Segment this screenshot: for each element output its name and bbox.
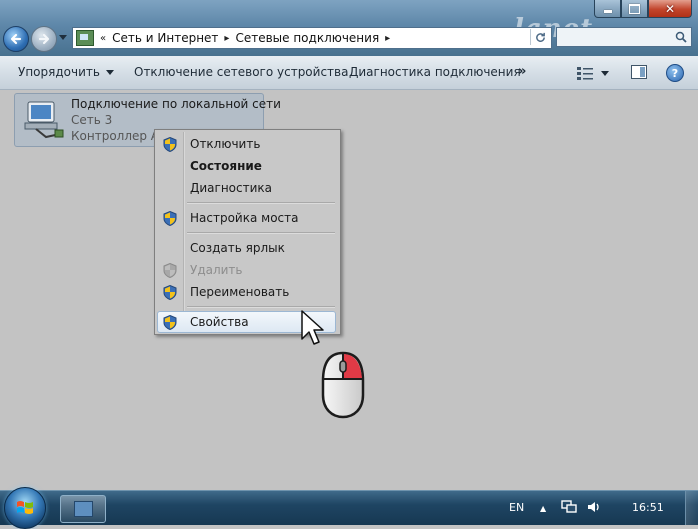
search-icon: [675, 31, 687, 43]
uac-shield-icon: [163, 211, 177, 226]
menu-item-diagnostics[interactable]: Диагностика: [157, 177, 336, 199]
mouse-right-click-icon: [321, 351, 365, 419]
show-desktop-button[interactable]: [685, 491, 698, 525]
taskbar: EN ▲ 16:51: [0, 487, 698, 529]
menu-separator: [187, 202, 335, 204]
chevron-down-icon: [105, 70, 114, 75]
menu-item-label: Отключить: [190, 137, 261, 151]
refresh-button[interactable]: [530, 29, 549, 45]
organize-button[interactable]: Упорядочить: [18, 65, 114, 79]
breadcrumb-overflow[interactable]: «: [100, 33, 106, 44]
minimize-icon: [603, 10, 612, 13]
clock[interactable]: 16:51: [632, 501, 664, 514]
network-window-icon: [74, 501, 93, 517]
close-icon: ✕: [664, 1, 676, 16]
menu-item-status[interactable]: Состояние: [157, 155, 336, 177]
window-titlebar: ✕ lanet « Сеть и Интернет ▸ Сетевые подк…: [0, 0, 698, 56]
start-button[interactable]: [4, 487, 46, 529]
connection-name: Подключение по локальной сети: [71, 97, 281, 111]
command-bar: Упорядочить Отключение сетевого устройст…: [0, 56, 698, 90]
menu-item-disable[interactable]: Отключить: [157, 133, 336, 155]
menu-item-label: Настройка моста: [190, 211, 299, 225]
control-panel-icon: [76, 30, 94, 46]
volume-icon[interactable]: [587, 500, 601, 514]
uac-shield-icon: [163, 285, 177, 300]
network-adapter-icon: [24, 101, 64, 139]
address-bar[interactable]: « Сеть и Интернет ▸ Сетевые подключения …: [72, 27, 552, 49]
close-button[interactable]: ✕: [648, 0, 692, 18]
uac-shield-icon: [163, 263, 177, 278]
menu-separator: [187, 232, 335, 234]
menu-item-label: Создать ярлык: [190, 241, 285, 255]
search-input[interactable]: [556, 27, 692, 47]
disable-device-button[interactable]: Отключение сетевого устройства: [134, 65, 348, 79]
minimize-button[interactable]: [594, 0, 621, 18]
menu-separator: [187, 306, 335, 308]
breadcrumb-network-connections[interactable]: Сетевые подключения: [235, 31, 379, 45]
context-menu: Отключить Состояние Диагностика Настройк…: [154, 129, 341, 335]
forward-button[interactable]: [31, 26, 57, 52]
back-button[interactable]: [3, 26, 29, 52]
mouse-pointer-icon: [301, 310, 324, 345]
menu-item-label: Удалить: [190, 263, 243, 277]
language-indicator[interactable]: EN: [509, 501, 524, 514]
maximize-icon: [629, 3, 640, 14]
connection-network: Сеть 3: [71, 113, 113, 127]
menu-item-bridge-connections[interactable]: Настройка моста: [157, 207, 336, 229]
menu-item-label: Диагностика: [190, 181, 273, 195]
connections-list: Подключение по локальной сети Сеть 3 Кон…: [0, 90, 698, 490]
breadcrumb-separator[interactable]: ▸: [224, 33, 229, 44]
window-controls: ✕: [594, 0, 692, 18]
menu-item-create-shortcut[interactable]: Создать ярлык: [157, 237, 336, 259]
breadcrumb-network-internet[interactable]: Сеть и Интернет: [112, 31, 218, 45]
recent-pages-dropdown[interactable]: [59, 35, 67, 40]
show-hidden-icons-button[interactable]: ▲: [540, 504, 546, 513]
help-icon[interactable]: ?: [666, 64, 684, 82]
view-options-icon[interactable]: [577, 66, 593, 80]
refresh-icon: [535, 32, 545, 42]
preview-pane-icon[interactable]: [631, 65, 647, 79]
taskbar-network-connections[interactable]: [60, 495, 106, 523]
menu-item-delete: Удалить: [157, 259, 336, 281]
organize-label: Упорядочить: [18, 65, 100, 79]
view-options-dropdown[interactable]: [601, 71, 609, 76]
network-tray-icon[interactable]: [561, 500, 577, 514]
menu-item-label: Состояние: [190, 159, 262, 173]
menu-item-label: Переименовать: [190, 285, 290, 299]
breadcrumb-separator[interactable]: ▸: [385, 33, 390, 44]
diagnose-connection-button[interactable]: Диагностика подключения: [349, 65, 521, 79]
uac-shield-icon: [163, 315, 177, 330]
windows-logo-icon: [17, 501, 33, 514]
menu-item-label: Свойства: [190, 315, 249, 329]
arrow-left-icon: [10, 33, 22, 45]
maximize-button[interactable]: [621, 0, 648, 18]
uac-shield-icon: [163, 137, 177, 152]
more-commands-button[interactable]: »: [518, 64, 526, 79]
arrow-right-icon: [38, 33, 50, 45]
menu-item-rename[interactable]: Переименовать: [157, 281, 336, 303]
